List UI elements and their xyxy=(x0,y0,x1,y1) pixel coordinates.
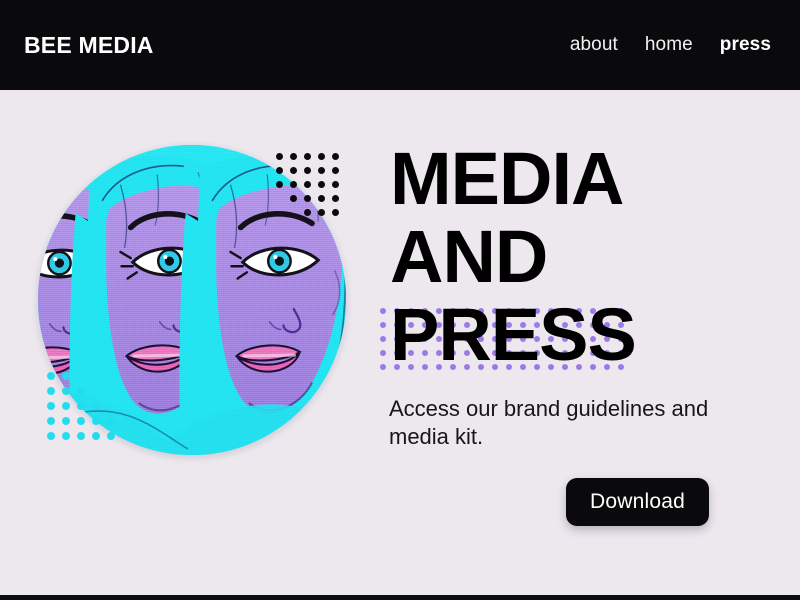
decor-dot xyxy=(380,322,386,328)
decor-dot xyxy=(47,402,55,410)
decor-dot xyxy=(380,350,386,356)
decor-dot xyxy=(62,402,70,410)
decor-dot xyxy=(107,417,115,425)
decor-dot xyxy=(276,167,283,174)
decor-dot xyxy=(290,167,297,174)
nav-item-home[interactable]: home xyxy=(645,34,693,56)
main-navigation: about home press xyxy=(570,34,776,56)
decor-dot xyxy=(62,372,70,380)
decor-dot xyxy=(332,167,339,174)
decor-dot xyxy=(332,195,339,202)
decor-dot xyxy=(92,417,100,425)
decor-dot xyxy=(77,402,85,410)
black-dot-grid xyxy=(276,153,346,223)
decor-dot xyxy=(290,181,297,188)
hero-subtitle: Access our brand guidelines and media ki… xyxy=(389,396,709,449)
decor-dot xyxy=(380,336,386,342)
headline-line-2: AND xyxy=(390,215,548,298)
decor-dot xyxy=(318,181,325,188)
decor-dot xyxy=(380,364,386,370)
site-header: BEE MEDIA about home press xyxy=(0,0,800,90)
cyan-dot-grid xyxy=(47,372,127,444)
hero-section: MEDIA AND PRESS Access our brand guideli… xyxy=(0,90,800,595)
decor-dot xyxy=(276,181,283,188)
decor-dot xyxy=(304,195,311,202)
decor-dot xyxy=(304,167,311,174)
decor-dot xyxy=(332,153,339,160)
decor-dot xyxy=(47,432,55,440)
decor-dot xyxy=(92,402,100,410)
headline-line-3: PRESS xyxy=(390,293,637,376)
bottom-edge-bar xyxy=(0,595,800,600)
decor-dot xyxy=(332,181,339,188)
decor-dot xyxy=(380,308,386,314)
decor-dot xyxy=(77,387,85,395)
decor-dot xyxy=(62,417,70,425)
decor-dot xyxy=(318,167,325,174)
decor-dot xyxy=(47,372,55,380)
decor-dot xyxy=(47,387,55,395)
decor-dot xyxy=(290,153,297,160)
decor-dot xyxy=(47,417,55,425)
decor-dot xyxy=(318,195,325,202)
decor-dot xyxy=(332,209,339,216)
decor-dot xyxy=(290,195,297,202)
decor-dot xyxy=(62,387,70,395)
decor-dot xyxy=(77,417,85,425)
decor-dot xyxy=(77,432,85,440)
decor-dot xyxy=(304,181,311,188)
decor-dot xyxy=(276,153,283,160)
decor-dot xyxy=(318,153,325,160)
decor-dot xyxy=(107,432,115,440)
cta-row: Download xyxy=(389,478,709,526)
headline-line-1: MEDIA xyxy=(390,137,624,220)
decor-dot xyxy=(62,432,70,440)
decor-dot xyxy=(304,209,311,216)
decor-dot xyxy=(318,209,325,216)
decor-dot xyxy=(304,153,311,160)
site-logo[interactable]: BEE MEDIA xyxy=(24,32,154,59)
nav-item-about[interactable]: about xyxy=(570,34,618,56)
nav-item-press[interactable]: press xyxy=(720,34,771,56)
decor-dot xyxy=(92,432,100,440)
download-button[interactable]: Download xyxy=(566,478,709,526)
page-title: MEDIA AND PRESS xyxy=(390,140,770,374)
